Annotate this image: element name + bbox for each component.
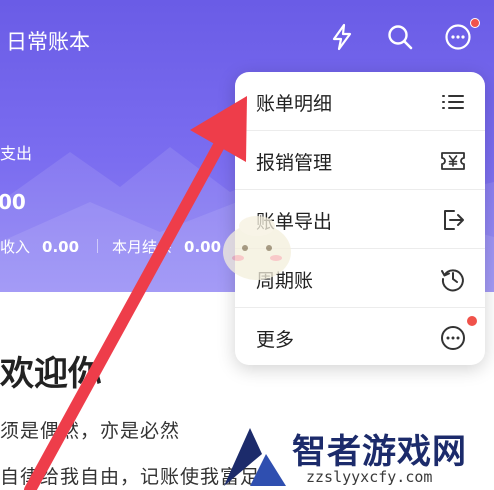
- welcome-heading: 欢迎你: [0, 354, 102, 394]
- stats-row: 收入 0.00 本月结余 0.00: [0, 236, 221, 257]
- stat-divider: [97, 239, 99, 253]
- receipt-yen-icon: [439, 147, 467, 175]
- notification-badge: [467, 316, 477, 326]
- list-icon: [439, 88, 467, 116]
- income-label: 收入: [0, 238, 31, 256]
- slogan-line-1: 须是偶然，亦是必然: [0, 420, 181, 442]
- notification-badge: [470, 18, 480, 28]
- more-icon: [439, 324, 467, 352]
- history-clock-icon: [439, 265, 467, 293]
- app-title: 日常账本: [6, 30, 90, 54]
- more-icon[interactable]: [443, 22, 473, 52]
- site-logo: [224, 428, 286, 486]
- export-icon: [439, 206, 467, 234]
- search-icon[interactable]: [385, 22, 415, 52]
- watermark-url: zzslyyxcfy.com: [306, 468, 433, 486]
- expense-label: 支出: [0, 144, 33, 163]
- watermark-title: 智者游戏网: [292, 432, 467, 472]
- menu-item-more[interactable]: 更多: [235, 308, 485, 367]
- income-value: 0.00: [42, 238, 80, 256]
- menu-item-bill-detail[interactable]: 账单明细: [235, 72, 485, 131]
- expense-value: 00: [0, 190, 26, 214]
- menu-item-label: 更多: [256, 329, 295, 351]
- menu-item-reimbursement[interactable]: 报销管理: [235, 131, 485, 190]
- mascot-watermark: [223, 216, 291, 280]
- balance-label: 本月结余: [112, 238, 173, 256]
- menu-item-label: 账单明细: [256, 93, 333, 115]
- menu-item-label: 报销管理: [256, 152, 333, 174]
- lightning-icon[interactable]: [327, 22, 357, 52]
